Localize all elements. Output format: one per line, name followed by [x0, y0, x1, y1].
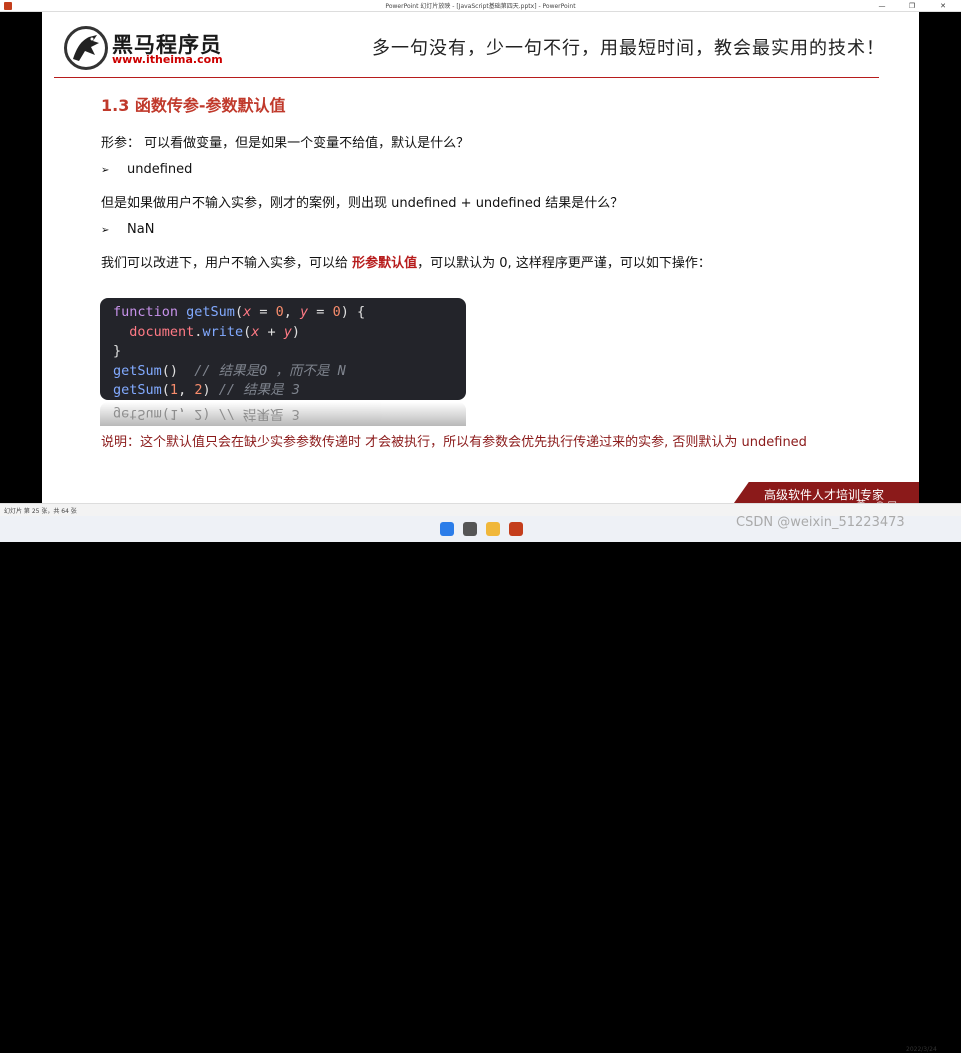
bullet-nan: ➢ NaN	[101, 222, 154, 237]
code-number: 0	[275, 304, 284, 320]
paragraph-no-input: 但是如果做用户不输入实参，刚才的案例，则出现 undefined + undef…	[101, 196, 624, 211]
code-punct: (	[161, 382, 170, 398]
code-param-y: y	[283, 323, 292, 340]
bullet-text: undefined	[127, 162, 193, 177]
slogan: 多一句没有，少一句不行，用最短时间，教会最实用的技术！	[372, 38, 885, 59]
taskview-icon[interactable]	[463, 522, 477, 536]
paragraph-default-value: 我们可以改进下，用户不输入实参，可以给 形参默认值，可以默认为 0, 这样程序更…	[101, 252, 711, 271]
paragraph-formal-param: 形参： 可以看做变量，但是如果一个变量不给值，默认是什么？	[101, 136, 470, 151]
header-divider	[54, 77, 879, 78]
code-keyword: function	[113, 304, 179, 320]
code-punct: (	[243, 323, 252, 340]
window-title: PowerPoint 幻灯片放映 - [JavaScript基础第四天.pptx…	[385, 3, 576, 10]
powerpoint-taskbar-icon[interactable]	[509, 522, 523, 536]
code-punct: =	[251, 304, 276, 320]
slide-count: 幻灯片 第 25 张，共 64 张	[4, 508, 77, 515]
code-number: 1	[169, 382, 179, 398]
code-function-call: getSum	[113, 382, 162, 398]
para-text: ，可以默认为 0, 这样程序更严谨，可以如下操作：	[417, 256, 711, 271]
close-button[interactable]: ✕	[929, 0, 957, 12]
minimize-button[interactable]: —	[868, 0, 896, 12]
code-punct: =	[308, 304, 333, 320]
code-number: 0	[332, 304, 341, 320]
code-punct: +	[259, 323, 284, 340]
code-comment: // 结果是 3	[218, 382, 300, 398]
slide[interactable]: 黑马程序员 www.itheima.com 多一句没有，少一句不行，用最短时间，…	[42, 12, 919, 503]
code-function-name: getSum	[186, 304, 235, 320]
code-comment: // 结果是0 ，而不是 N	[194, 362, 346, 379]
windows-start-icon[interactable]	[440, 522, 454, 536]
code-punct: )	[202, 382, 219, 398]
slide-title: 1.3 函数传参-参数默认值	[101, 96, 286, 115]
para-text: 我们可以改进下，用户不输入实参，可以给	[101, 256, 353, 271]
highlight-default-param: 形参默认值	[352, 256, 418, 271]
note-explanation: 说明：这个默认值只会在缺少实参参数传递时 才会被执行，所以有参数会优先执行传递过…	[101, 435, 807, 450]
code-method-write: write	[202, 323, 244, 340]
csdn-watermark: CSDN @weixin_51223473	[736, 515, 905, 530]
bullet-text: NaN	[127, 222, 155, 237]
file-explorer-icon[interactable]	[486, 522, 500, 536]
code-reflection: getSum(1, 2) // 结果是 3	[100, 402, 466, 426]
arrow-bullet-icon: ➢	[101, 165, 110, 176]
code-punct: ()	[161, 362, 195, 379]
taskbar-date: 2022/3/24	[906, 1046, 937, 1053]
bullet-undefined: ➢ undefined	[101, 162, 192, 177]
restore-button[interactable]: ❐	[898, 0, 926, 12]
letterbox-right	[919, 24, 961, 515]
code-block: function getSum(x = 0, y = 0) { document…	[100, 298, 466, 400]
logo-url: www.itheima.com	[112, 53, 223, 66]
code-param-x: x	[243, 304, 252, 320]
code-function-call: getSum	[113, 362, 162, 379]
code-punct: ) {	[340, 304, 366, 320]
horse-logo-icon	[64, 26, 108, 70]
code-punct: }	[113, 343, 122, 359]
window-titlebar: PowerPoint 幻灯片放映 - [JavaScript基础第四天.pptx…	[0, 0, 961, 12]
code-document: document	[129, 323, 195, 340]
code-punct: )	[291, 323, 301, 340]
code-param-y: y	[300, 304, 309, 320]
code-punct: ,	[283, 304, 301, 320]
arrow-bullet-icon: ➢	[101, 225, 110, 236]
code-punct: (	[234, 304, 244, 320]
slideshow-area[interactable]: 黑马程序员 www.itheima.com 多一句没有，少一句不行，用最短时间，…	[0, 12, 961, 515]
code-punct: ,	[178, 382, 195, 398]
